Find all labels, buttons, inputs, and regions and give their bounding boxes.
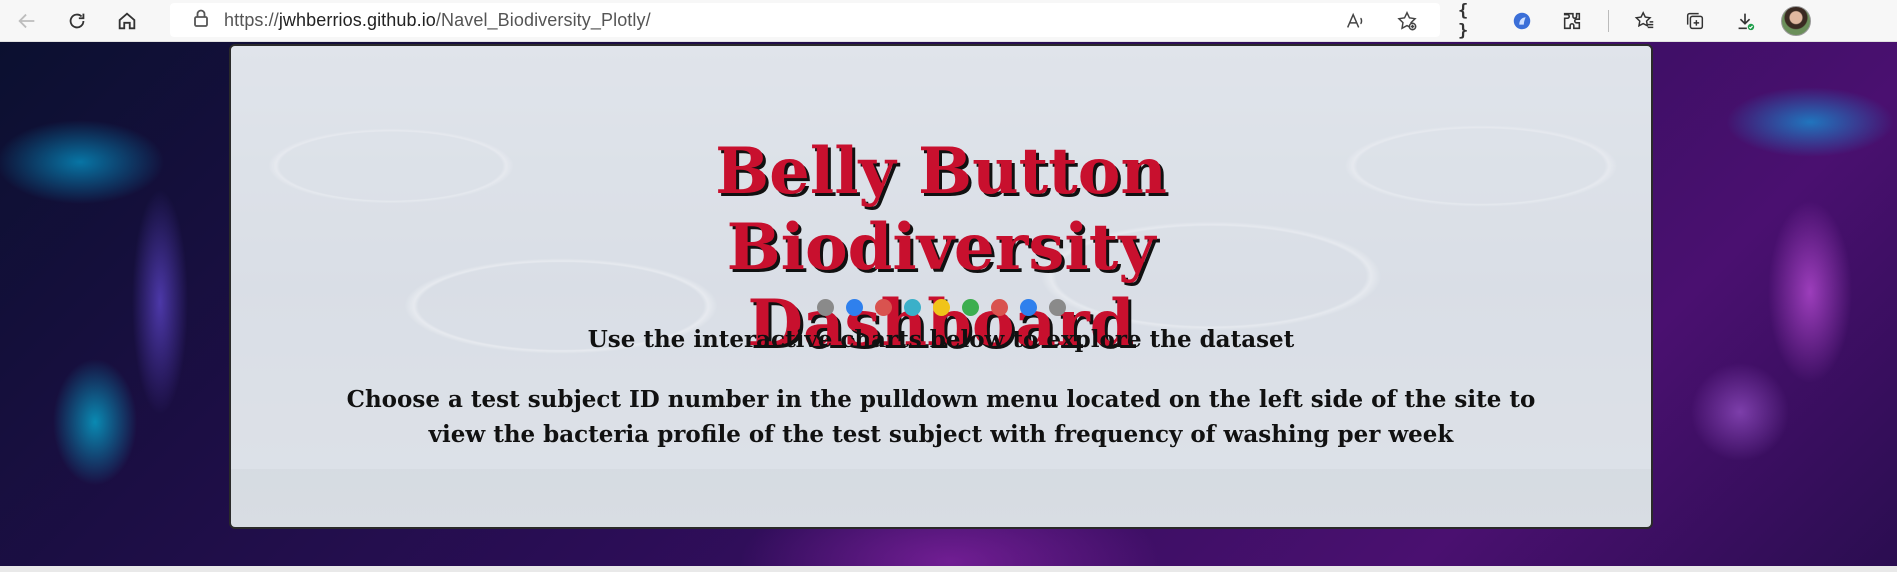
favorites-icon[interactable] <box>1631 7 1659 35</box>
header-jumbotron: Belly Button Biodiversity Dashboard Use … <box>229 44 1653 529</box>
color-dot <box>990 299 1008 316</box>
read-aloud-icon[interactable] <box>1340 6 1370 36</box>
color-dot <box>845 299 863 316</box>
nav-buttons <box>12 6 142 36</box>
browser-toolbar: https://jwhberrios.github.io/Navel_Biodi… <box>0 0 1897 42</box>
lock-icon[interactable] <box>192 8 210 32</box>
extension-app-icon[interactable] <box>1508 7 1536 35</box>
home-icon[interactable] <box>112 6 142 36</box>
color-dot <box>1048 299 1066 316</box>
back-arrow-icon[interactable] <box>12 6 42 36</box>
color-dot <box>816 299 834 316</box>
toolbar-separator <box>1608 10 1609 32</box>
color-dot <box>903 299 921 316</box>
color-dot <box>932 299 950 316</box>
downloads-icon[interactable] <box>1731 7 1759 35</box>
profile-avatar[interactable] <box>1781 6 1811 36</box>
color-dot <box>961 299 979 316</box>
color-dot <box>1019 299 1037 316</box>
page-instructions: Choose a test subject ID number in the p… <box>346 386 1536 448</box>
favorite-add-icon[interactable] <box>1392 6 1422 36</box>
address-bar[interactable]: https://jwhberrios.github.io/Navel_Biodi… <box>170 3 1440 37</box>
reload-icon[interactable] <box>62 6 92 36</box>
page-subtitle: Use the interactive charts below to expl… <box>587 326 1295 353</box>
horizontal-scrollbar[interactable] <box>0 566 1897 572</box>
collections-icon[interactable] <box>1681 7 1709 35</box>
color-dots-row <box>231 299 1651 316</box>
devtools-braces-icon[interactable]: { } <box>1458 1 1486 41</box>
color-dot <box>874 299 892 316</box>
address-bar-actions <box>1340 6 1422 36</box>
url-text[interactable]: https://jwhberrios.github.io/Navel_Biodi… <box>224 10 651 31</box>
toolbar-right-icons: { } <box>1458 1 1811 41</box>
extensions-icon[interactable] <box>1558 7 1586 35</box>
